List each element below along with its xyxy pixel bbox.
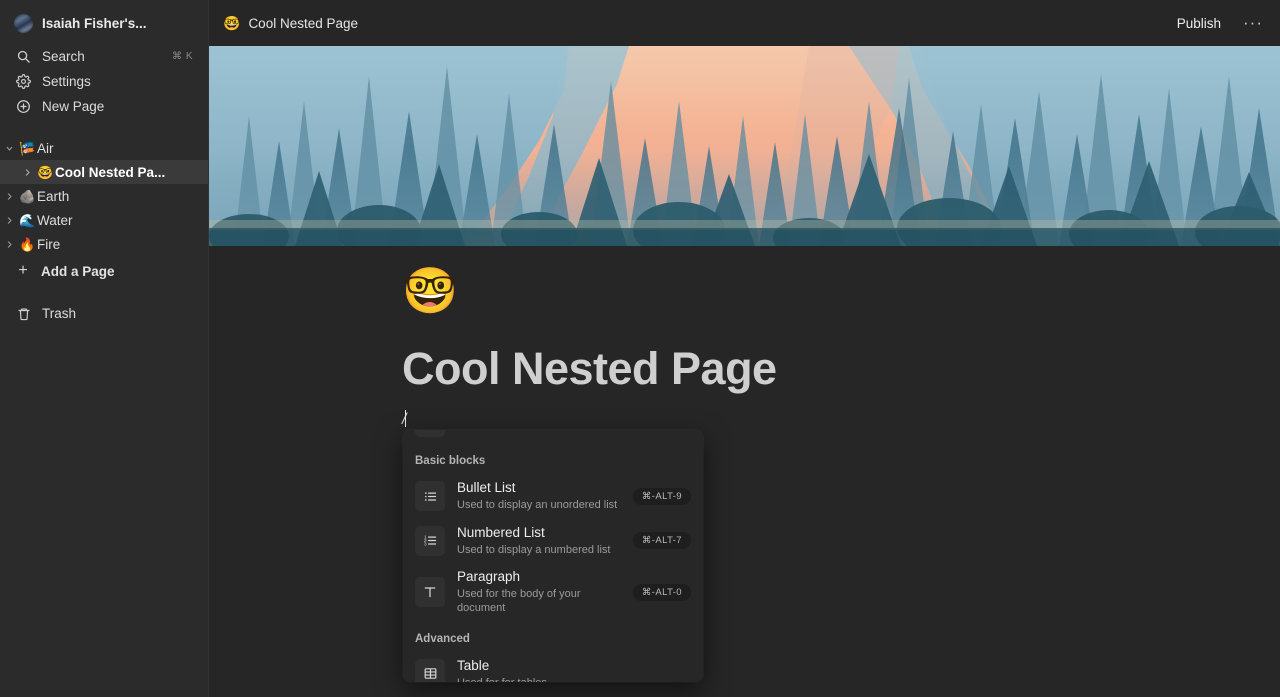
add-a-page-button[interactable]: + Add a Page: [4, 258, 204, 284]
tree-item-water[interactable]: 🌊 Water: [0, 208, 208, 232]
tree-item-earth[interactable]: 🪨 Earth: [0, 184, 208, 208]
numbered-list-icon: 1 2 3: [415, 525, 445, 556]
chevron-right-icon[interactable]: [0, 240, 18, 249]
nerd-face-icon: 🤓: [37, 164, 54, 180]
add-a-page-label: Add a Page: [41, 263, 115, 279]
sidebar-item-search[interactable]: Search ⌘ K: [4, 44, 204, 69]
slash-menu-item-table[interactable]: Table Used for for tables: [403, 652, 703, 682]
tree-item-fire[interactable]: 🔥 Fire: [0, 232, 208, 256]
heading-icon: [415, 430, 445, 437]
slash-menu-item-table-text: Table Used for for tables: [457, 658, 691, 682]
app-root: Isaiah Fisher's... Search ⌘ K Settings N…: [0, 0, 1280, 697]
tree-item-earth-label: Earth: [37, 188, 70, 204]
slash-menu-item-bullet-list-desc: Used to display an unordered list: [457, 498, 618, 511]
sidebar-item-search-label: Search: [42, 49, 85, 64]
slash-menu-item-table-title: Table: [457, 657, 490, 673]
tree-item-air-label: Air: [37, 140, 54, 156]
slash-menu-item-numbered-list-shortcut: ⌘-ALT-7: [632, 532, 691, 550]
rock-icon: 🪨: [19, 188, 36, 204]
sidebar-item-settings[interactable]: Settings: [4, 69, 204, 94]
sidebar-item-new-page[interactable]: New Page: [4, 94, 204, 119]
chevron-right-icon[interactable]: [18, 168, 36, 177]
slash-menu-scroll[interactable]: Used for subsections and group headings …: [403, 430, 703, 682]
page-body: 🤓 Cool Nested Page /: [209, 246, 1280, 432]
search-icon: [15, 48, 32, 65]
slash-menu-item-paragraph-text: Paragraph Used for the body of your docu…: [457, 569, 621, 615]
tree-item-fire-label: Fire: [37, 236, 61, 252]
chevron-down-icon[interactable]: [0, 144, 18, 153]
sidebar-item-trash-label: Trash: [42, 306, 77, 321]
sidebar: Isaiah Fisher's... Search ⌘ K Settings N…: [0, 0, 209, 697]
bullet-list-icon: [415, 481, 445, 512]
topbar: 🤓 Cool Nested Page Publish ···: [209, 0, 1280, 46]
paragraph-icon: [415, 577, 445, 608]
table-icon: [415, 658, 445, 682]
publish-button[interactable]: Publish: [1177, 16, 1221, 31]
slash-menu-item-paragraph-shortcut: ⌘-ALT-0: [632, 583, 691, 601]
slash-menu-item-paragraph-desc: Used for the body of your document: [457, 588, 581, 614]
sidebar-item-new-page-label: New Page: [42, 99, 105, 114]
page-paragraph-block[interactable]: /: [402, 409, 1280, 432]
slash-menu-item-paragraph[interactable]: Paragraph Used for the body of your docu…: [403, 563, 703, 621]
page-title[interactable]: Cool Nested Page: [402, 344, 1280, 394]
plus-icon: +: [18, 262, 28, 279]
nerd-face-icon: 🤓: [223, 15, 241, 31]
workspace-switcher[interactable]: Isaiah Fisher's...: [4, 8, 204, 38]
slash-menu-item-bullet-list-title: Bullet List: [457, 480, 516, 495]
search-shortcut: ⌘ K: [172, 51, 193, 62]
breadcrumb[interactable]: 🤓 Cool Nested Page: [223, 16, 358, 31]
tree-item-cool-nested-page-label: Cool Nested Pa...: [55, 164, 166, 180]
tree-item-water-label: Water: [37, 212, 73, 228]
slash-menu-item-numbered-list-text: Numbered List Used to display a numbered…: [457, 525, 621, 558]
slash-menu-section-advanced: Advanced: [415, 632, 470, 645]
sidebar-item-trash[interactable]: Trash: [4, 301, 204, 326]
slash-menu-item-table-desc: Used for for tables: [457, 677, 691, 683]
avatar: [14, 13, 33, 33]
fire-icon: 🔥: [19, 236, 36, 252]
slash-menu-item-bullet-list-shortcut: ⌘-ALT-9: [632, 487, 691, 505]
cover-image[interactable]: [209, 46, 1280, 246]
page-emoji[interactable]: 🤓: [402, 268, 1280, 320]
tree-item-air[interactable]: 🎏 Air: [0, 136, 208, 160]
page-tree: 🎏 Air 🤓 Cool Nested Pa... 🪨 Earth 🌊 Wate…: [0, 136, 208, 284]
svg-text:3: 3: [423, 542, 426, 547]
text-cursor: [405, 409, 407, 427]
more-options-icon[interactable]: ···: [1243, 14, 1263, 31]
cover-illustration: [209, 46, 1280, 246]
slash-menu-item-cut-off[interactable]: Used for subsections and group headings: [403, 430, 703, 444]
topbar-actions: Publish ···: [1177, 14, 1263, 31]
main-content: 🤓 Cool Nested Page Publish ··· 🤓 Cool Ne…: [209, 0, 1280, 697]
tree-item-cool-nested-page[interactable]: 🤓 Cool Nested Pa...: [0, 160, 208, 184]
slash-menu-section-basic-blocks: Basic blocks: [415, 455, 486, 467]
slash-menu-item-bullet-list-text: Bullet List Used to display an unordered…: [457, 480, 621, 513]
slash-menu-item-bullet-list[interactable]: Bullet List Used to display an unordered…: [403, 474, 703, 519]
plus-circle-icon: [15, 98, 32, 115]
flag-icon: 🎏: [19, 140, 36, 156]
wave-icon: 🌊: [19, 212, 36, 228]
slash-command-menu[interactable]: Used for subsections and group headings …: [403, 430, 703, 682]
gear-icon: [15, 73, 32, 90]
trash-icon: [15, 305, 32, 322]
chevron-right-icon[interactable]: [0, 192, 18, 201]
breadcrumb-title: Cool Nested Page: [248, 15, 359, 31]
sidebar-item-settings-label: Settings: [42, 74, 91, 89]
workspace-name: Isaiah Fisher's...: [42, 15, 147, 31]
slash-menu-item-paragraph-title: Paragraph: [457, 569, 521, 585]
slash-menu-item-numbered-list-desc: Used to display a numbered list: [457, 543, 611, 556]
chevron-right-icon[interactable]: [0, 216, 18, 225]
slash-menu-item-numbered-list-title: Numbered List: [457, 524, 545, 540]
slash-menu-item-numbered-list[interactable]: 1 2 3 Numbered List Used to display a nu…: [403, 519, 703, 564]
